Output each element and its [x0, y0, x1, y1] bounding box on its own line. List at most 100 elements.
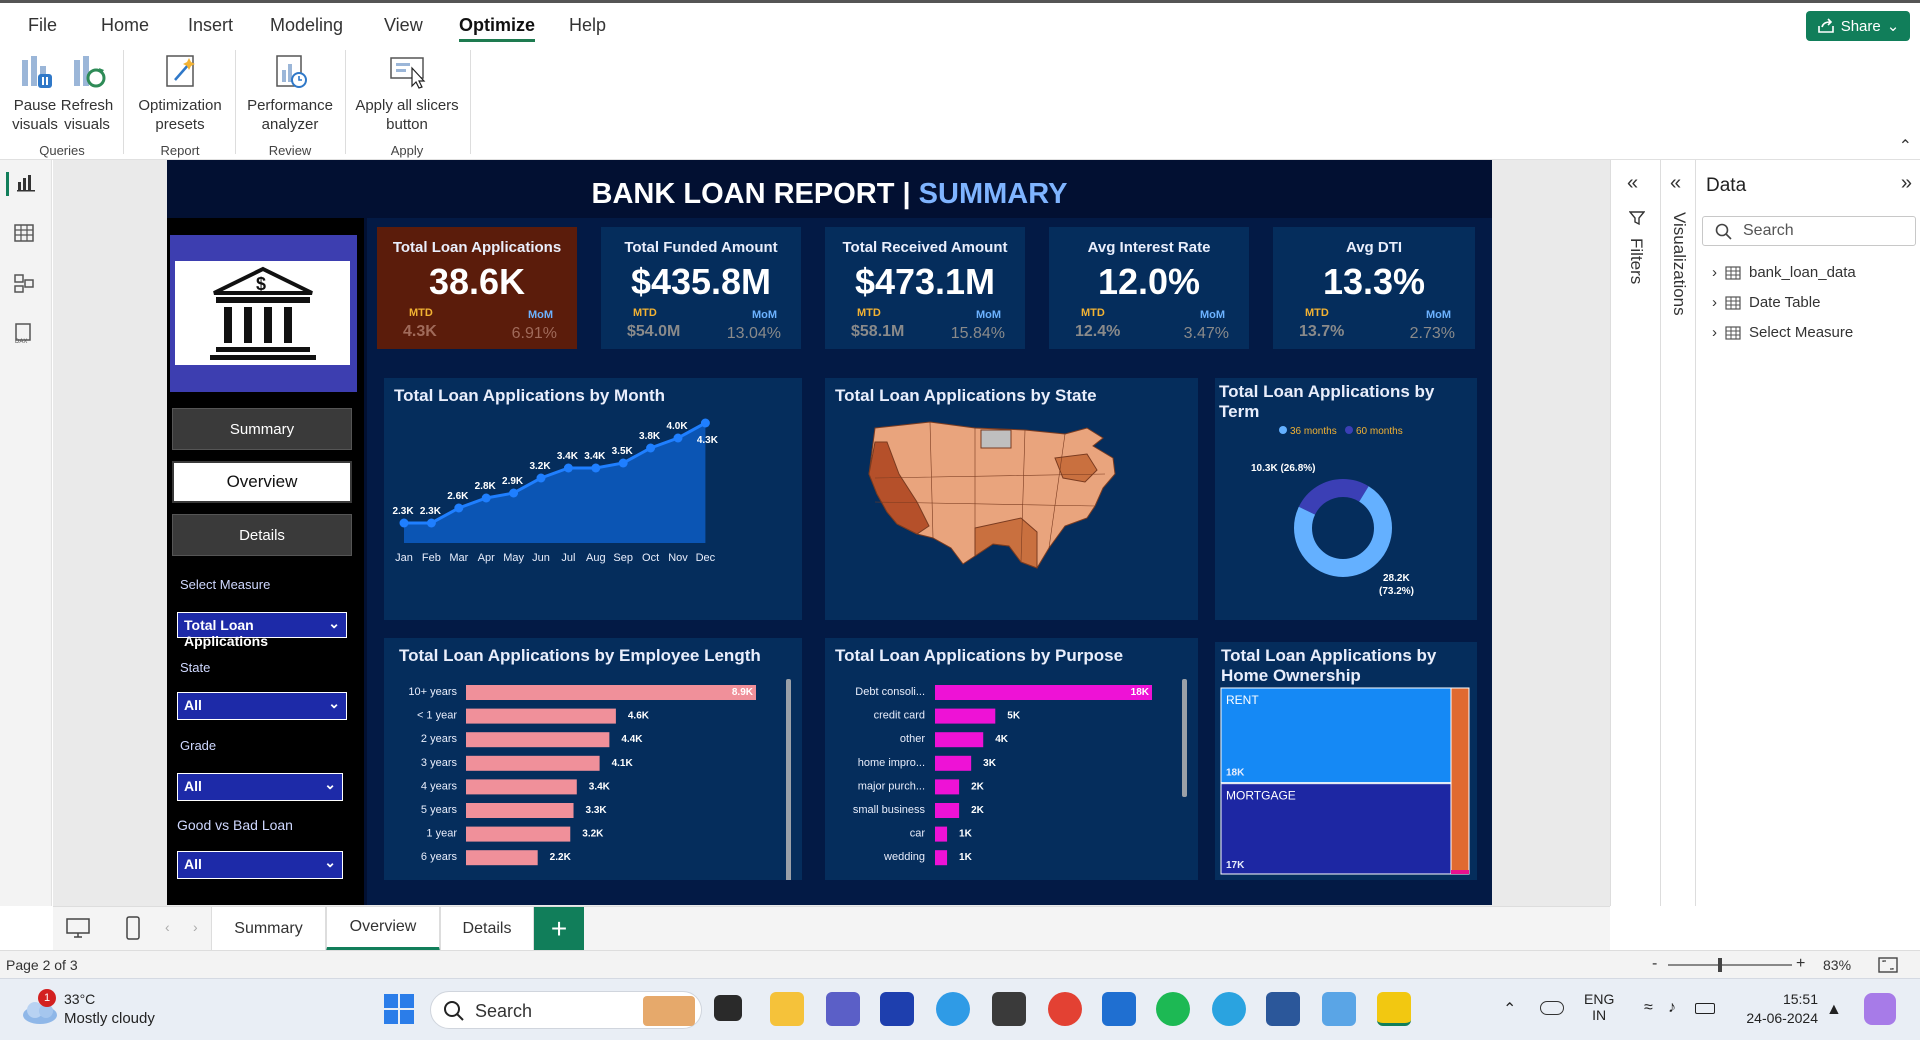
pause-visuals-button[interactable]: Pause visuals: [10, 52, 60, 134]
collapse-ribbon-icon[interactable]: ⌃: [1899, 136, 1912, 156]
bar-category-label: 4 years: [421, 780, 458, 792]
kpi-card-received-amount[interactable]: Total Received Amount $473.1M MTD MoM $5…: [825, 227, 1025, 349]
menu-home[interactable]: Home: [101, 15, 149, 36]
language-indicator[interactable]: ENG IN: [1584, 991, 1614, 1023]
table-view-icon[interactable]: [13, 222, 37, 246]
month-axis-label: Jun: [532, 552, 550, 564]
zoom-slider[interactable]: [1668, 958, 1792, 972]
photos-icon[interactable]: [1322, 992, 1356, 1026]
grade-dropdown[interactable]: All ⌄: [177, 773, 343, 801]
ribbon-divider: [123, 50, 124, 154]
telegram-icon[interactable]: [1212, 992, 1246, 1026]
refresh-visuals-button[interactable]: Refresh visuals: [60, 52, 114, 134]
home-ownership-panel[interactable]: Total Loan Applications by Home Ownershi…: [1215, 642, 1477, 880]
menu-optimize[interactable]: Optimize: [459, 15, 536, 42]
nav-summary-button[interactable]: Summary: [172, 408, 352, 450]
good-bad-loan-dropdown[interactable]: All ⌄: [177, 851, 343, 879]
kpi-card-dti[interactable]: Avg DTI 13.3% MTD MoM 13.7% 2.73%: [1273, 227, 1475, 349]
task-view-icon[interactable]: [714, 995, 742, 1021]
word-icon[interactable]: [1266, 992, 1300, 1026]
bar: [935, 826, 948, 842]
file-explorer-icon[interactable]: [770, 992, 804, 1026]
tab-scroll-right-icon[interactable]: ›: [193, 919, 198, 935]
search-icon: [444, 1001, 464, 1021]
kpi-card-funded-amount[interactable]: Total Funded Amount $435.8M MTD MoM $54.…: [601, 227, 801, 349]
expand-data-icon[interactable]: »: [1901, 172, 1912, 195]
group-report: Report: [160, 143, 200, 158]
data-item-select-measure[interactable]: › Select Measure: [1712, 324, 1853, 341]
chevron-down-icon: ⌄: [324, 854, 336, 870]
tab-scroll-left-icon[interactable]: ‹: [165, 919, 170, 935]
dax-query-icon[interactable]: DAX: [13, 322, 37, 346]
bar-data-label: 4K: [995, 734, 1009, 745]
kpi-mom-value: 6.91%: [511, 325, 557, 342]
menu-help[interactable]: Help: [569, 15, 606, 36]
collapse-viz-icon[interactable]: «: [1670, 172, 1681, 195]
kpi-card-loan-applications[interactable]: Total Loan Applications 38.6K MTD MoM 4.…: [377, 227, 577, 349]
language-region: IN: [1592, 1007, 1607, 1023]
notification-bell-icon[interactable]: ▲: [1826, 1001, 1842, 1019]
bar-category-label: major purch...: [858, 780, 925, 792]
zoom-slider-thumb[interactable]: [1718, 958, 1722, 972]
data-item-date-table[interactable]: › Date Table: [1712, 294, 1820, 311]
onedrive-icon[interactable]: [1540, 1001, 1564, 1015]
kpi-card-interest-rate[interactable]: Avg Interest Rate 12.0% MTD MoM 12.4% 3.…: [1049, 227, 1249, 349]
search-highlight-icon: [643, 996, 695, 1026]
zoom-in-icon[interactable]: +: [1796, 955, 1805, 973]
select-measure-dropdown[interactable]: Total Loan Applications ⌄: [177, 612, 347, 649]
page-indicator: Page 2 of 3: [6, 957, 78, 973]
menu-file[interactable]: File: [28, 15, 57, 36]
taskbar-search[interactable]: Search: [430, 991, 702, 1029]
nav-overview-button[interactable]: Overview: [172, 461, 352, 503]
report-view-icon[interactable]: [6, 172, 35, 196]
desktop-layout-icon[interactable]: [65, 917, 91, 944]
optimization-presets-button[interactable]: Optimization presets: [132, 52, 228, 134]
app-cube-icon[interactable]: [992, 992, 1026, 1026]
battery-icon[interactable]: [1695, 1003, 1715, 1014]
state-dropdown[interactable]: All ⌄: [177, 692, 347, 720]
page-tab-overview[interactable]: Overview: [326, 907, 440, 951]
mobile-layout-icon[interactable]: [125, 916, 141, 945]
edge-icon[interactable]: [936, 992, 970, 1026]
model-view-icon[interactable]: [13, 272, 37, 296]
state-map-panel[interactable]: Total Loan Applications by State: [825, 378, 1198, 620]
month-point: [673, 433, 683, 443]
data-search-input[interactable]: Search: [1702, 216, 1916, 246]
menu-insert[interactable]: Insert: [188, 15, 233, 36]
collapse-filters-icon[interactable]: «: [1627, 172, 1638, 195]
store-icon[interactable]: [1102, 992, 1136, 1026]
month-chart-panel[interactable]: 2.3K Jan 2.3K Feb 2.6K Mar 2.8K Apr 2.9K May 3.2K J…: [384, 378, 802, 620]
app-icon[interactable]: [880, 992, 914, 1026]
menu-modeling[interactable]: Modeling: [270, 15, 343, 36]
kpi-value: $473.1M: [854, 261, 996, 302]
apply-slicers-button[interactable]: Apply all slicers button: [352, 52, 462, 134]
power-bi-icon[interactable]: [1377, 992, 1411, 1026]
spotify-icon[interactable]: [1156, 992, 1190, 1026]
copilot-icon[interactable]: [1864, 993, 1896, 1025]
nav-details-button[interactable]: Details: [172, 514, 352, 556]
chrome-icon[interactable]: [1048, 992, 1082, 1026]
clock[interactable]: 15:51 24-06-2024: [1738, 991, 1818, 1026]
share-button[interactable]: Share ⌄: [1806, 11, 1910, 41]
term-donut-panel[interactable]: 36 months 60 months 10.3K (26.8%) 28.2K (73.…: [1215, 378, 1477, 620]
employee-length-panel[interactable]: 10+ years 8.9K < 1 year 4.6K 2 years 4.4K 3 ye…: [384, 638, 802, 880]
bar-data-label: 4.4K: [621, 734, 643, 745]
add-page-button[interactable]: +: [534, 907, 584, 951]
data-item-bank-loan-data[interactable]: › bank_loan_data: [1712, 264, 1856, 281]
filters-pane[interactable]: « Filters: [1610, 160, 1660, 906]
page-tab-details[interactable]: Details: [440, 907, 534, 951]
treemap-label-mortgage: MORTGAGE: [1226, 789, 1296, 803]
volume-icon[interactable]: ♪: [1668, 999, 1676, 1017]
purpose-panel[interactable]: Debt consoli... 18K credit card 5K other 4K ho…: [825, 638, 1198, 880]
tray-chevron-up-icon[interactable]: ⌃: [1503, 999, 1516, 1019]
windows-start-icon[interactable]: [383, 993, 415, 1030]
fit-to-page-icon[interactable]: [1878, 956, 1898, 977]
teams-icon[interactable]: [826, 992, 860, 1026]
performance-analyzer-button[interactable]: Performance analyzer: [244, 52, 336, 134]
page-tab-summary[interactable]: Summary: [211, 907, 326, 951]
wifi-icon[interactable]: ≈: [1644, 999, 1653, 1017]
kpi-value: 38.6K: [428, 261, 526, 302]
menu-view[interactable]: View: [384, 15, 423, 36]
zoom-out-icon[interactable]: -: [1652, 955, 1657, 973]
visualizations-pane[interactable]: « Visualizations: [1660, 160, 1695, 906]
